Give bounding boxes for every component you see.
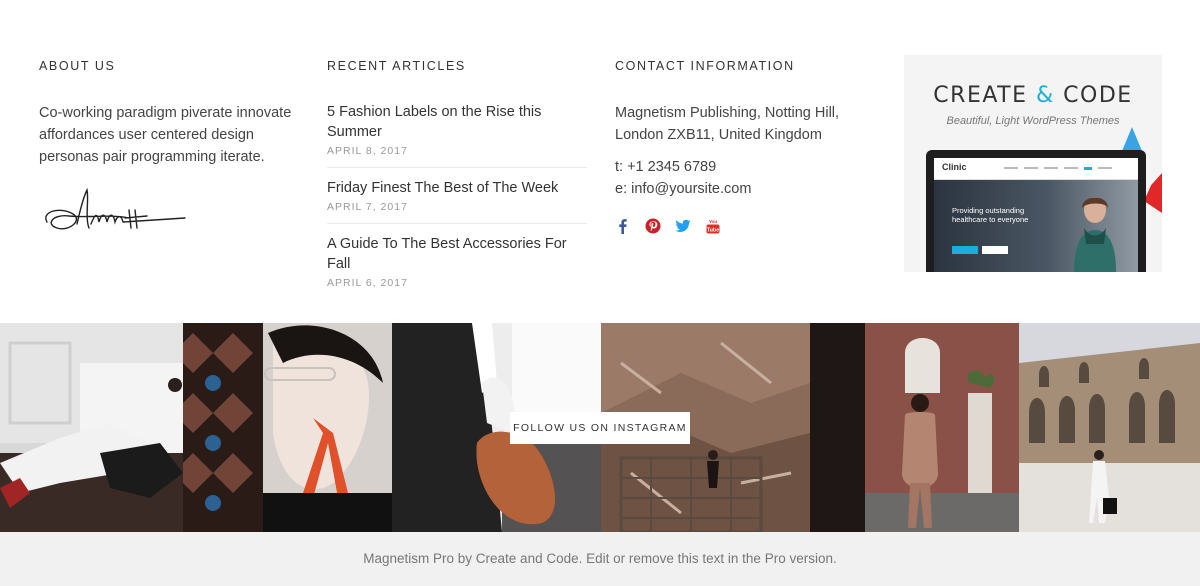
screen-menu-lines (1004, 167, 1112, 170)
screen-hero: Providing outstanding healthcare to ever… (934, 180, 1138, 272)
laptop-screen: Clinic Providing outstanding healthcare … (934, 158, 1138, 272)
article-link[interactable]: A Guide To The Best Accessories For Fall (327, 234, 587, 274)
contact-phone: t: +1 2345 6789 (615, 159, 717, 175)
screen-button (952, 246, 978, 254)
copyright-text: Magnetism Pro by Create and Code. Edit o… (363, 551, 837, 566)
screen-hero-text: Providing outstanding healthcare to ever… (952, 206, 1029, 224)
ad-subtitle: Beautiful, Light WordPress Themes (946, 115, 1120, 127)
about-title: ABOUT US (39, 59, 116, 73)
about-text: Co-working paradigm piverate innovate af… (39, 105, 292, 165)
contact-address-line1: Magnetism Publishing, Notting Hill, (615, 105, 840, 121)
article-link[interactable]: 5 Fashion Labels on the Rise this Summer (327, 102, 587, 142)
ad-banner[interactable]: CREATE & CODE Beautiful, Light WordPress… (904, 55, 1162, 272)
article-date: APRIL 6, 2017 (327, 277, 408, 289)
instagram-photo[interactable] (0, 323, 183, 532)
contact-widget: CONTACT INFORMATION Magnetism Publishing… (615, 58, 875, 234)
ad-title: CREATE & CODE (933, 83, 1133, 108)
ad-banner-image: CREATE & CODE Beautiful, Light WordPress… (904, 55, 1162, 272)
article-date: APRIL 8, 2017 (327, 145, 408, 157)
decorative-triangle (1122, 127, 1142, 151)
footer-widgets: ABOUT US Co-working paradigm piverate in… (0, 0, 1200, 323)
about-widget: ABOUT US Co-working paradigm piverate in… (39, 58, 299, 249)
contact-email: e: info@yoursite.com (615, 181, 752, 197)
recent-articles-title: RECENT ARTICLES (327, 59, 466, 73)
twitter-icon[interactable] (675, 218, 691, 234)
recent-articles-widget: RECENT ARTICLES 5 Fashion Labels on the … (327, 58, 589, 309)
follow-instagram-button[interactable]: FOLLOW US ON INSTAGRAM (510, 412, 690, 444)
article-item: Friday Finest The Best of The Week APRIL… (327, 178, 587, 224)
social-links: You Tube (615, 218, 875, 234)
instagram-photo[interactable] (183, 323, 392, 532)
laptop-mockup: Clinic Providing outstanding healthcare … (926, 150, 1146, 272)
contact-text: Magnetism Publishing, Notting Hill, Lond… (615, 102, 875, 200)
contact-title: CONTACT INFORMATION (615, 59, 795, 73)
article-item: 5 Fashion Labels on the Rise this Summer… (327, 102, 587, 168)
article-item: A Guide To The Best Accessories For Fall… (327, 234, 587, 299)
person-image (1074, 197, 1116, 272)
pinterest-icon[interactable] (645, 218, 661, 234)
signature-image (45, 187, 186, 230)
svg-text:Tube: Tube (707, 227, 719, 233)
decorative-shape (1144, 173, 1162, 213)
instagram-photo[interactable] (810, 323, 1019, 532)
svg-text:You: You (709, 219, 718, 224)
facebook-icon[interactable] (615, 218, 631, 234)
copyright-bar: Magnetism Pro by Create and Code. Edit o… (0, 532, 1200, 586)
youtube-icon[interactable]: You Tube (705, 218, 721, 234)
instagram-photo[interactable] (1019, 323, 1200, 532)
article-link[interactable]: Friday Finest The Best of The Week (327, 178, 587, 198)
screen-button (982, 246, 1008, 254)
articles-list: 5 Fashion Labels on the Rise this Summer… (327, 102, 589, 299)
article-date: APRIL 7, 2017 (327, 201, 408, 213)
screen-logo: Clinic (942, 162, 967, 172)
screen-nav: Clinic (934, 158, 1138, 180)
contact-address-line2: London ZXB11, United Kingdom (615, 127, 822, 143)
